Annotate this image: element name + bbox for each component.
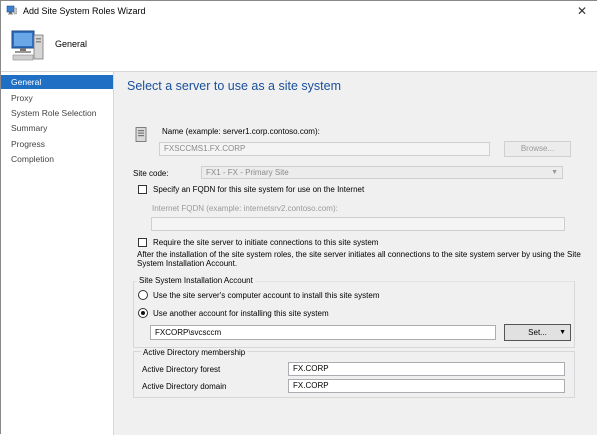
- set-button-label: Set...: [528, 328, 547, 337]
- server-name-field[interactable]: FXSCCMS1.FX.CORP: [159, 142, 490, 156]
- chevron-down-icon: ▼: [551, 169, 558, 176]
- sidebar-item-summary[interactable]: Summary: [1, 121, 113, 135]
- sidebar-item-progress[interactable]: Progress: [1, 137, 113, 151]
- other-account-radio[interactable]: [138, 308, 148, 318]
- wizard-header: General: [1, 21, 597, 72]
- fqdn-checkbox[interactable]: [138, 185, 147, 194]
- server-icon: [135, 127, 147, 142]
- ad-domain-field[interactable]: FX.CORP: [288, 379, 565, 393]
- account-field[interactable]: FXCORP\svcsccm: [150, 325, 496, 340]
- fqdn-checkbox-label: Specify an FQDN for this site system for…: [153, 185, 365, 194]
- header-title: General: [55, 39, 88, 49]
- computer-icon: [11, 30, 44, 61]
- site-code-value: FX1 - FX - Primary Site: [206, 168, 289, 177]
- initiate-connections-note: After the installation of the site syste…: [137, 250, 581, 268]
- computer-account-radio[interactable]: [138, 290, 148, 300]
- wizard-app-icon: [6, 5, 17, 15]
- sidebar-item-completion[interactable]: Completion: [1, 152, 113, 166]
- close-icon[interactable]: ✕: [567, 1, 597, 21]
- sidebar-item-system-role-selection[interactable]: System Role Selection: [1, 106, 113, 120]
- browse-button[interactable]: Browse...: [504, 141, 571, 157]
- site-code-select[interactable]: FX1 - FX - Primary Site ▼: [201, 166, 563, 179]
- ad-membership-group-title: Active Directory membership: [141, 348, 248, 357]
- initiate-connections-label: Require the site server to initiate conn…: [153, 238, 379, 247]
- initiate-connections-checkbox[interactable]: [138, 238, 147, 247]
- computer-account-radio-label: Use the site server's computer account t…: [153, 291, 380, 300]
- installation-account-group-title: Site System Installation Account: [137, 276, 255, 285]
- dropdown-arrow-icon: ▼: [559, 329, 566, 336]
- sidebar-item-general[interactable]: General: [1, 75, 113, 89]
- name-label: Name (example: server1.corp.contoso.com)…: [162, 127, 320, 136]
- window-title: Add Site System Roles Wizard: [23, 6, 146, 16]
- other-account-radio-label: Use another account for installing this …: [153, 309, 329, 318]
- internet-fqdn-label: Internet FQDN (example: internetsrv2.con…: [152, 204, 338, 213]
- ad-forest-label: Active Directory forest: [142, 365, 221, 374]
- wizard-sidebar: General Proxy System Role Selection Summ…: [1, 72, 114, 435]
- title-bar: Add Site System Roles Wizard ✕: [1, 1, 597, 21]
- ad-forest-field[interactable]: FX.CORP: [288, 362, 565, 376]
- sidebar-item-proxy[interactable]: Proxy: [1, 91, 113, 105]
- wizard-content: Select a server to use as a site system …: [114, 72, 597, 435]
- page-title: Select a server to use as a site system: [127, 79, 341, 93]
- ad-domain-label: Active Directory domain: [142, 382, 227, 391]
- internet-fqdn-field[interactable]: [151, 217, 565, 231]
- site-code-label: Site code:: [133, 169, 169, 178]
- wizard-window: Add Site System Roles Wizard ✕ General G…: [0, 0, 597, 435]
- set-account-button[interactable]: Set... ▼: [504, 324, 571, 341]
